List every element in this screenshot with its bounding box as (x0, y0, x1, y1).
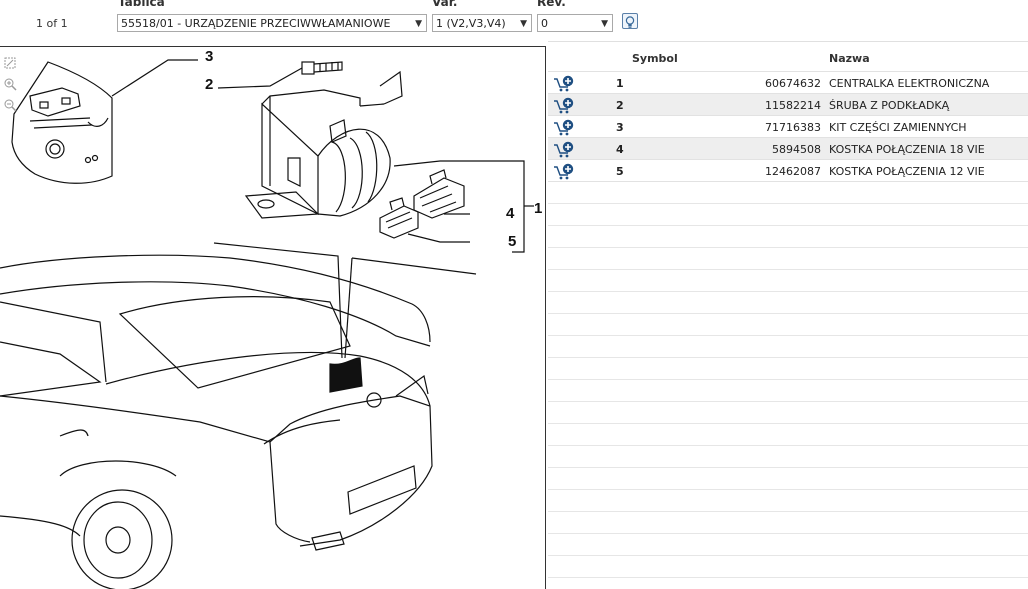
rev-select[interactable]: 0 ▼ (537, 14, 613, 32)
empty-row (548, 204, 1028, 226)
chevron-down-icon: ▼ (415, 19, 422, 29)
diagram-car (0, 254, 433, 589)
chevron-down-icon: ▼ (601, 19, 608, 29)
diagram-part-connector-18 (413, 169, 465, 219)
zoom-in-icon[interactable] (3, 77, 17, 91)
callout-5: 5 (508, 233, 516, 250)
diagram-part-bolt (301, 61, 343, 75)
row-part-name: KOSTKA POŁĄCZENIA 12 VIE (829, 165, 985, 178)
table-row[interactable]: 2 11582214 ŚRUBA Z PODKŁADKĄ (548, 94, 1028, 116)
exploded-diagram[interactable]: 1 2 3 4 5 (0, 46, 546, 589)
add-to-cart-icon[interactable] (553, 75, 575, 92)
row-number: 4 (616, 143, 624, 156)
lightbulb-icon (625, 16, 635, 28)
table-row[interactable]: 4 5894508 KOSTKA POŁĄCZENIA 18 VIE (548, 138, 1028, 160)
tablica-select[interactable]: 55518/01 - URZĄDZENIE PRZECIWWŁAMANIOWE … (117, 14, 427, 32)
empty-row (548, 270, 1028, 292)
row-part-number: 11582214 (765, 99, 821, 112)
empty-row (548, 490, 1028, 512)
row-number: 1 (616, 77, 624, 90)
empty-row (548, 468, 1028, 490)
row-part-number: 12462087 (765, 165, 821, 178)
row-number: 2 (616, 99, 624, 112)
rev-select-value: 0 (541, 17, 548, 30)
row-part-number: 60674632 (765, 77, 821, 90)
empty-row (548, 314, 1028, 336)
callout-3: 3 (205, 48, 213, 65)
empty-row (548, 358, 1028, 380)
diagram-part-connector-12 (379, 197, 419, 239)
diagram-part-kit (11, 61, 113, 184)
row-number: 5 (616, 165, 624, 178)
tablica-label: Tablica (118, 0, 165, 9)
lightbulb-button[interactable] (622, 13, 638, 29)
row-part-name: KOSTKA POŁĄCZENIA 18 VIE (829, 143, 985, 156)
var-label: Var. (432, 0, 458, 9)
add-to-cart-icon[interactable] (553, 163, 575, 180)
callout-2: 2 (205, 76, 213, 93)
callout-1: 1 (534, 200, 542, 217)
zoom-out-icon[interactable] (3, 98, 17, 112)
var-select[interactable]: 1 (V2,V3,V4) ▼ (432, 14, 532, 32)
divider (548, 41, 1028, 42)
diagram-leader-lines (111, 59, 534, 359)
empty-row (548, 424, 1028, 446)
empty-row (548, 402, 1028, 424)
table-row[interactable]: 3 71716383 KIT CZĘŚCI ZAMIENNYCH (548, 116, 1028, 138)
empty-row (548, 248, 1028, 270)
empty-row (548, 336, 1028, 358)
add-to-cart-icon[interactable] (553, 141, 575, 158)
empty-row (548, 226, 1028, 248)
row-part-name: ŚRUBA Z PODKŁADKĄ (829, 99, 950, 112)
toolbar: 1 of 1 Tablica Var. Rev. 55518/01 - URZĄ… (0, 0, 1028, 42)
var-select-value: 1 (V2,V3,V4) (436, 17, 506, 30)
tablica-select-value: 55518/01 - URZĄDZENIE PRZECIWWŁAMANIOWE (121, 17, 391, 30)
empty-row (548, 380, 1028, 402)
column-header-nazwa: Nazwa (829, 52, 870, 65)
empty-row (548, 446, 1028, 468)
page-count: 1 of 1 (36, 17, 68, 30)
table-row[interactable]: 5 12462087 KOSTKA POŁĄCZENIA 12 VIE (548, 160, 1028, 182)
row-number: 3 (616, 121, 624, 134)
empty-row (548, 556, 1028, 578)
column-header-symbol: Symbol (632, 52, 678, 65)
row-part-name: KIT CZĘŚCI ZAMIENNYCH (829, 121, 967, 134)
empty-row (548, 512, 1028, 534)
row-part-name: CENTRALKA ELEKTRONICZNA (829, 77, 990, 90)
zoom-toolbar (3, 56, 17, 119)
table-row[interactable]: 1 60674632 CENTRALKA ELEKTRONICZNA (548, 72, 1028, 94)
chevron-down-icon: ▼ (520, 19, 527, 29)
diagram-part-control-unit (244, 70, 403, 219)
row-part-number: 71716383 (765, 121, 821, 134)
callout-4: 4 (506, 205, 515, 222)
row-part-number: 5894508 (772, 143, 821, 156)
add-to-cart-icon[interactable] (553, 119, 575, 136)
empty-row (548, 182, 1028, 204)
zoom-fit-icon[interactable] (3, 56, 17, 70)
empty-row (548, 534, 1028, 556)
rev-label: Rev. (537, 0, 566, 9)
parts-table: Symbol Nazwa 1 60674632 CENTRALKA ELEKTR… (548, 46, 1028, 589)
add-to-cart-icon[interactable] (553, 97, 575, 114)
empty-row (548, 292, 1028, 314)
